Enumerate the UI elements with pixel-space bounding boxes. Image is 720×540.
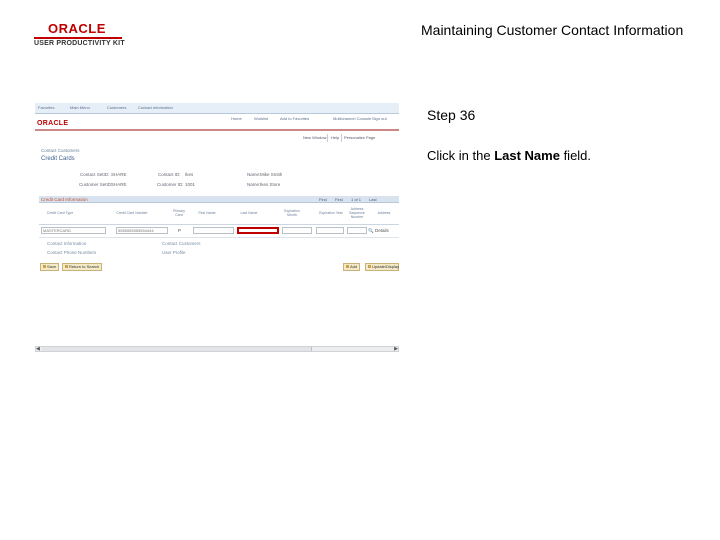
- breadcrumb: Contact Customers: [41, 148, 80, 153]
- address-details-link[interactable]: Details: [375, 228, 389, 233]
- col-first-name: First Name: [198, 211, 216, 215]
- update-button-label: Update/Display: [372, 264, 400, 269]
- personalize-page-link[interactable]: Personalize Page: [344, 135, 375, 140]
- nav-main-menu[interactable]: Main Menu: [70, 105, 90, 110]
- instruction-prefix: Click in the: [427, 148, 495, 163]
- logo-underline: [34, 37, 122, 39]
- instruction-suffix: field.: [559, 148, 592, 163]
- return-button-label: Return to Search: [69, 264, 100, 269]
- link-contact-customers[interactable]: Contact Customers: [162, 241, 201, 246]
- slide-title: Maintaining Customer Contact Information: [421, 22, 684, 38]
- grid-row-count: 1 of 1: [351, 197, 362, 202]
- col-card-number: Credit Card Number: [116, 211, 148, 215]
- col-primary-card: Primary Card: [172, 209, 186, 217]
- nav-customers[interactable]: Customers: [107, 105, 126, 110]
- contact-id-value: Ikes: [185, 172, 194, 177]
- top-navigation-bar: Favorites Main Menu Customers Contact In…: [35, 103, 399, 114]
- new-window-link[interactable]: New Window: [303, 135, 326, 140]
- customer-setid-label: Customer SetID:: [79, 182, 113, 187]
- header-divider: [35, 129, 399, 131]
- col-address-sequence: Address Sequence Number: [349, 207, 365, 219]
- add-icon: [346, 265, 349, 269]
- first-name-input[interactable]: [193, 227, 234, 234]
- nav-contact-information[interactable]: Contact Information: [138, 105, 173, 110]
- separator: [327, 134, 328, 142]
- col-expiration-year: Expiration Year: [319, 211, 343, 215]
- instruction-target: Last Name: [494, 148, 560, 163]
- link-contact-information[interactable]: Contact Information: [47, 241, 86, 246]
- scrollbar-thumb[interactable]: [42, 347, 312, 351]
- horizontal-scrollbar[interactable]: ◀ ▶: [35, 346, 399, 352]
- link-multichannel[interactable]: Multichannel Console: [333, 116, 371, 121]
- header-links: Home Worklist Add to Favorites Multichan…: [35, 114, 399, 123]
- scroll-left-icon[interactable]: ◀: [36, 346, 40, 352]
- link-sign-out[interactable]: Sign out: [372, 116, 387, 121]
- help-link[interactable]: Help: [331, 135, 339, 140]
- contact-id-label: Contact ID:: [158, 172, 181, 177]
- credit-card-grid-header: Credit Card Information Find First 1 of …: [39, 196, 399, 203]
- step-number: Step 36: [427, 107, 476, 123]
- customer-name-value: Ikes Store: [260, 182, 281, 187]
- application-screenshot: Favorites Main Menu Customers Contact In…: [35, 103, 399, 353]
- page-title: Credit Cards: [41, 156, 75, 162]
- contact-name-value: Mike Smith: [260, 172, 283, 177]
- contact-setid-label: Contact SetID:: [80, 172, 110, 177]
- customer-setid-value: SHARE: [111, 182, 127, 187]
- contact-setid-value: SHARE: [111, 172, 127, 177]
- expiration-year-input[interactable]: [316, 227, 344, 234]
- grid-last-link[interactable]: Last: [369, 197, 377, 202]
- logo-sub-text: USER PRODUCTIVITY KIT: [34, 40, 125, 47]
- save-button[interactable]: Save: [40, 263, 60, 271]
- last-name-input[interactable]: [237, 227, 279, 234]
- link-worklist[interactable]: Worklist: [254, 116, 268, 121]
- grid-find-link[interactable]: Find: [319, 197, 327, 202]
- return-to-search-button[interactable]: Return to Search: [62, 263, 103, 271]
- contact-name-label: Name:: [247, 172, 261, 177]
- add-button-label: Add: [350, 264, 358, 269]
- customer-id-label: Customer ID:: [157, 182, 184, 187]
- add-button[interactable]: Add: [343, 263, 361, 271]
- expiration-month-input[interactable]: [282, 227, 312, 234]
- update-icon: [368, 265, 371, 269]
- lookup-icon[interactable]: 🔍: [368, 228, 374, 234]
- save-button-label: Save: [47, 264, 57, 269]
- save-icon: [43, 265, 46, 269]
- card-type-select[interactable]: MASTERCARD: [41, 227, 106, 234]
- link-add-favorites[interactable]: Add to Favorites: [280, 116, 309, 121]
- col-last-name: Last Name: [240, 211, 258, 215]
- link-home[interactable]: Home: [231, 116, 242, 121]
- link-contact-phone-numbers[interactable]: Contact Phone Numbers: [47, 250, 96, 255]
- return-icon: [65, 265, 68, 269]
- grid-header-divider: [39, 224, 399, 225]
- card-number-input[interactable]: 5555555555554444: [116, 227, 168, 234]
- col-expiration-month: Expiration Month: [284, 209, 300, 217]
- scroll-right-icon[interactable]: ▶: [394, 346, 398, 352]
- step-instruction: Click in the Last Name field.: [427, 148, 591, 163]
- address-sequence-input[interactable]: [347, 227, 367, 234]
- app-oracle-logo: ORACLE: [37, 120, 69, 127]
- grid-title: Credit Card Information: [41, 197, 88, 202]
- customer-name-label: Name:: [247, 182, 261, 187]
- col-address: Address: [377, 211, 391, 215]
- oracle-upk-logo: ORACLE USER PRODUCTIVITY KIT: [34, 22, 126, 47]
- customer-id-value: 1001: [185, 182, 196, 187]
- separator: [341, 134, 342, 142]
- nav-favorites[interactable]: Favorites: [38, 105, 54, 110]
- primary-card-value: P: [178, 228, 182, 233]
- grid-first-link[interactable]: First: [335, 197, 343, 202]
- col-card-type: Credit Card Type: [46, 211, 74, 215]
- update-display-button[interactable]: Update/Display: [365, 263, 399, 271]
- logo-main-text: ORACLE: [48, 21, 106, 36]
- link-user-profile[interactable]: User Profile: [162, 250, 186, 255]
- grid-footer-divider: [39, 237, 399, 238]
